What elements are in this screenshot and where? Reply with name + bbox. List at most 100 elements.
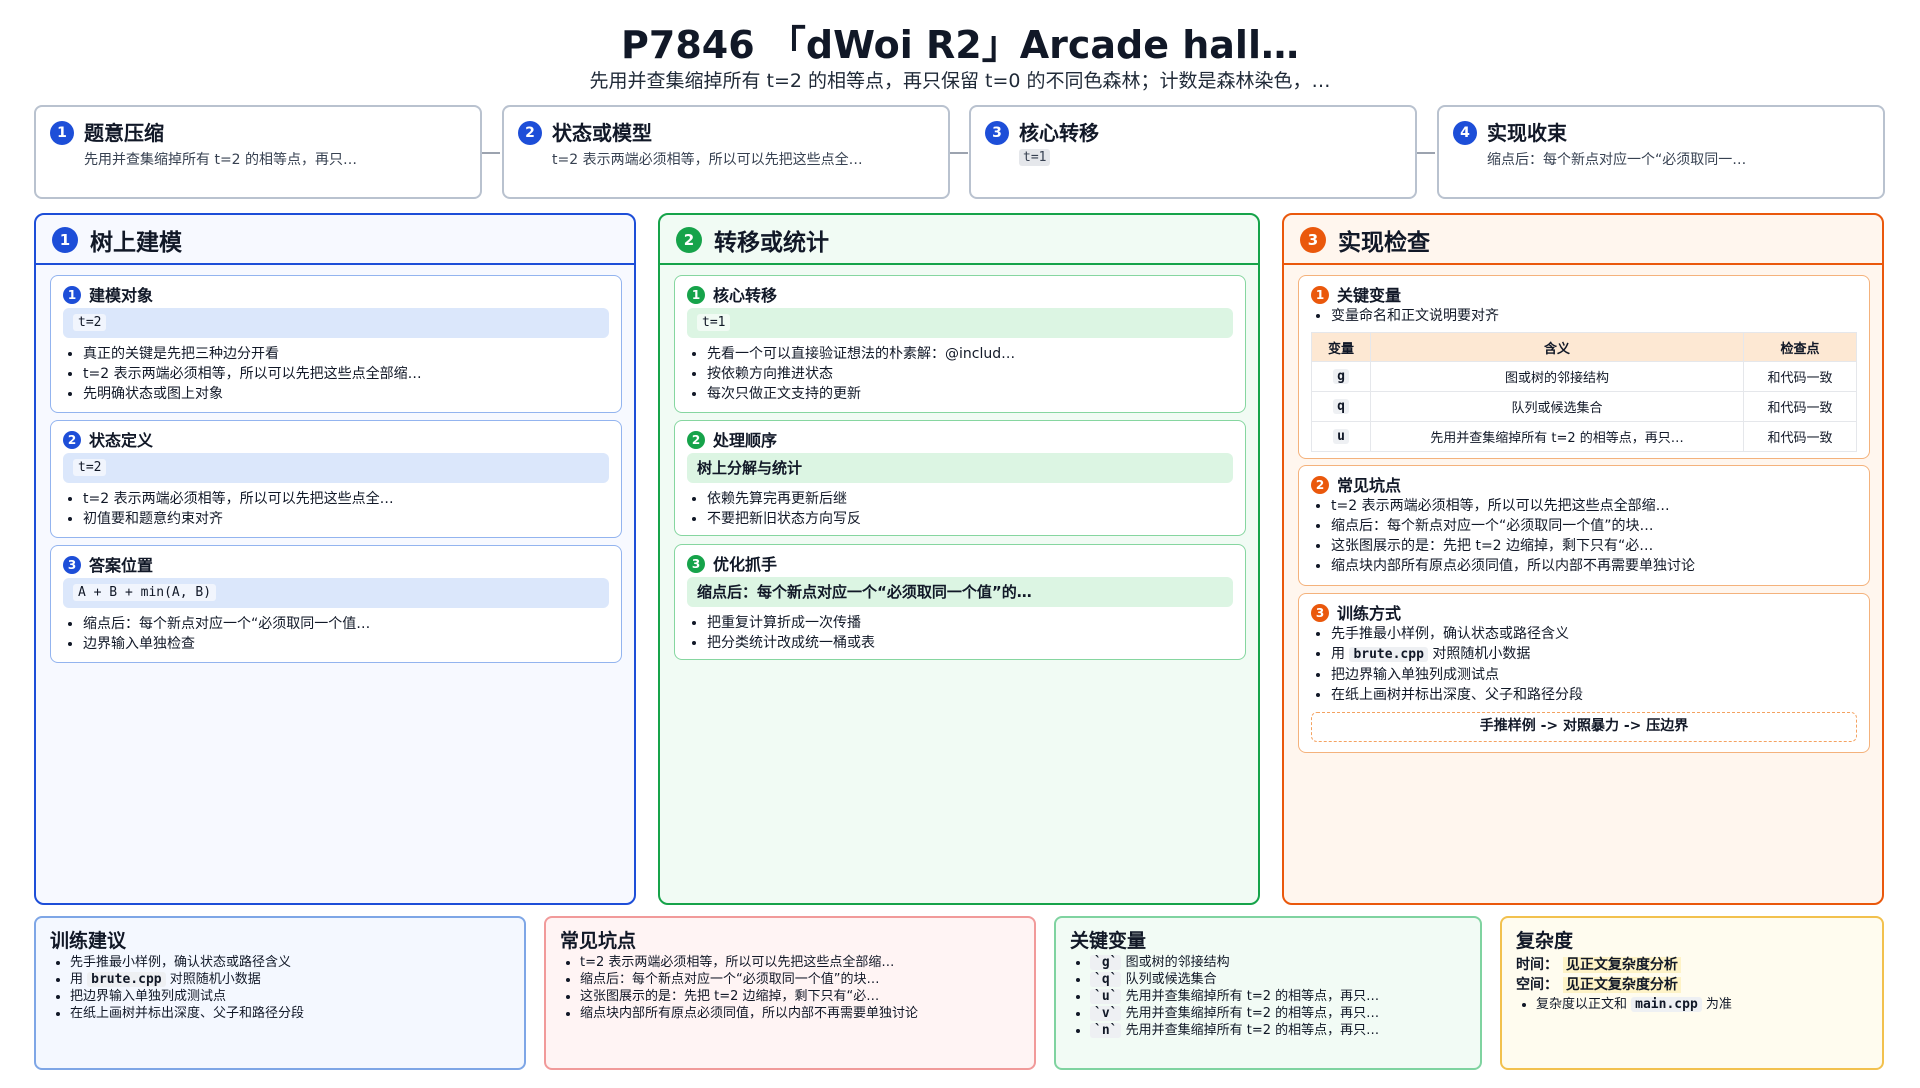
step-number: 2	[518, 121, 542, 145]
text: 图或树的邻接结构	[1125, 955, 1230, 970]
inline-code: `u`	[1090, 989, 1122, 1004]
variables-table: 变量 含义 检查点 g 图或树的邻接结构 和代码一致 q 队列或候选集合 和代码…	[1311, 332, 1857, 452]
table-row: g 图或树的邻接结构 和代码一致	[1311, 361, 1857, 392]
card-bullets: 变量命名和正文说明要对齐	[1311, 306, 1499, 326]
card-title: 复杂度	[1516, 930, 1574, 952]
list-item: 先手推最小样例，确认状态或路径含义	[1331, 624, 1583, 644]
list-item: 把重复计算折成一次传播	[707, 613, 875, 633]
card-bullets: 缩点后：每个新点对应一个“必须取同一个值… 边界输入单独检查	[63, 614, 370, 654]
list-item: 缩点块内部所有原点必须同值，所以内部不再需要单独讨论	[580, 1005, 918, 1022]
card-bullets: 先手推最小样例，确认状态或路径含义 用 brute.cpp 对照随机小数据 把边…	[1311, 624, 1583, 705]
card-title: 答案位置	[89, 556, 154, 575]
text: 用	[1331, 646, 1345, 662]
column-title: 实现检查	[1338, 230, 1430, 256]
list-item: t=2 表示两端必须相等，所以可以先把这些点全…	[83, 489, 394, 509]
code-text: t=1	[697, 314, 731, 331]
table-cell: 图或树的邻接结构	[1370, 361, 1744, 392]
column-transition: 2 转移或统计 1 核心转移 t=1 先看一个可以直接验证想法的朴素解：@inc…	[658, 213, 1260, 905]
step-title: 实现收束	[1487, 121, 1567, 145]
column-header: 检查点	[1743, 332, 1857, 362]
value: 见正文复杂度分析	[1562, 957, 1681, 973]
card-title: 常见坑点	[560, 930, 637, 952]
card-number: 3	[687, 555, 705, 573]
card-title: 处理顺序	[713, 431, 778, 450]
card-key-variables: 1 关键变量 变量命名和正文说明要对齐 变量 含义 检查点 g 图或树的邻接结构…	[1298, 275, 1870, 459]
step-2: 2 状态或模型 t=2 表示两端必须相等，所以可以先把这些点全…	[502, 105, 950, 199]
column-header: 含义	[1370, 332, 1744, 362]
card-number: 3	[1311, 604, 1329, 622]
table-cell: 队列或候选集合	[1370, 391, 1744, 422]
step-desc: 缩点后：每个新点对应一个“必须取同一…	[1487, 152, 1747, 168]
step-1: 1 题意压缩 先用并查集缩掉所有 t=2 的相等点，再只…	[34, 105, 482, 199]
code-text: t=2	[73, 314, 107, 331]
text: 为准	[1705, 997, 1732, 1012]
list-item: 用 brute.cpp 对照随机小数据	[70, 971, 304, 988]
card-bullets: `g` 图或树的邻接结构 `q` 队列或候选集合 `u` 先用并查集缩掉所有 t…	[1070, 954, 1379, 1039]
card-bullets: t=2 表示两端必须相等，所以可以先把这些点全… 初值要和题意约束对齐	[63, 489, 394, 529]
list-item: 依赖先算完再更新后继	[707, 489, 861, 509]
card-title: 状态定义	[89, 431, 154, 450]
card-bullets: 真正的关键是先把三种边分开看 t=2 表示两端必须相等，所以可以先把这些点全部缩…	[63, 344, 422, 404]
list-item: 这张图展示的是：先把 t=2 边缩掉，剩下只有“必…	[1331, 536, 1695, 556]
list-item: 在纸上画树并标出深度、父子和路径分段	[1331, 685, 1583, 705]
card-title: 关键变量	[1070, 930, 1147, 952]
card-number: 1	[687, 286, 705, 304]
card-optimization: 3 优化抓手 缩点后：每个新点对应一个“必须取同一个值”的… 把重复计算折成一次…	[674, 544, 1246, 660]
list-item: 不要把新旧状态方向写反	[707, 509, 861, 529]
card-bullets: 把重复计算折成一次传播 把分类统计改成统一桶或表	[687, 613, 875, 653]
card-bullets: 依赖先算完再更新后继 不要把新旧状态方向写反	[687, 489, 861, 529]
table-cell: g	[1311, 361, 1371, 392]
inline-code: `v`	[1090, 1006, 1122, 1021]
table-row: q 队列或候选集合 和代码一致	[1311, 391, 1857, 422]
training-flow: 手推样例 -> 对照暴力 -> 压边界	[1311, 712, 1857, 742]
table-cell: q	[1311, 391, 1371, 422]
card-code: t=1	[687, 308, 1233, 338]
card-training: 3 训练方式 先手推最小样例，确认状态或路径含义 用 brute.cpp 对照随…	[1298, 593, 1870, 753]
list-item: 先看一个可以直接验证想法的朴素解：@includ…	[707, 344, 1015, 364]
page-title: P7846 「dWoi R2」Arcade hall…	[621, 23, 1299, 67]
card-bullets: 先手推最小样例，确认状态或路径含义 用 brute.cpp 对照随机小数据 把边…	[50, 954, 304, 1022]
table-cell: 和代码一致	[1743, 421, 1857, 452]
connector	[1417, 152, 1435, 154]
column-header: 1 树上建模	[36, 215, 634, 265]
card-title: 训练建议	[50, 930, 127, 952]
column-header: 3 实现检查	[1284, 215, 1882, 265]
step-4: 4 实现收束 缩点后：每个新点对应一个“必须取同一…	[1437, 105, 1885, 199]
card-number: 1	[63, 286, 81, 304]
list-item: 用 brute.cpp 对照随机小数据	[1331, 644, 1583, 665]
list-item: 复杂度以正文和 main.cpp 为准	[1536, 996, 1732, 1013]
list-item: 缩点后：每个新点对应一个“必须取同一个值”的块…	[1331, 516, 1695, 536]
column-title: 转移或统计	[714, 230, 829, 256]
inline-code: `g`	[1090, 955, 1122, 970]
column-number: 2	[676, 227, 702, 253]
card-number: 3	[63, 556, 81, 574]
connector	[950, 152, 968, 154]
label: 空间：	[1516, 977, 1558, 993]
column-number: 1	[52, 227, 78, 253]
list-item: 真正的关键是先把三种边分开看	[83, 344, 422, 364]
list-item: 边界输入单独检查	[83, 634, 370, 654]
list-item: t=2 表示两端必须相等，所以可以先把这些点全部缩…	[83, 364, 422, 384]
label: 时间：	[1516, 957, 1558, 973]
step-title: 核心转移	[1019, 121, 1099, 145]
list-item: 初值要和题意约束对齐	[83, 509, 394, 529]
var-code: g	[1333, 369, 1349, 384]
card-answer: 3 答案位置 A + B + min(A, B) 缩点后：每个新点对应一个“必须…	[50, 545, 622, 663]
card-number: 2	[687, 431, 705, 449]
time-complexity: 时间： 见正文复杂度分析	[1516, 954, 1681, 974]
code-text: t=2	[73, 459, 107, 476]
table-row: u 先用并查集缩掉所有 t=2 的相等点，再只… 和代码一致	[1311, 421, 1857, 452]
list-item: 每次只做正文支持的更新	[707, 384, 1015, 404]
list-item: 缩点后：每个新点对应一个“必须取同一个值”的块…	[580, 971, 918, 988]
list-item: 把边界输入单独列成测试点	[70, 988, 304, 1005]
variables-card: 关键变量 `g` 图或树的邻接结构 `q` 队列或候选集合 `u` 先用并查集缩…	[1054, 916, 1482, 1070]
list-item: 变量命名和正文说明要对齐	[1331, 306, 1499, 326]
connector	[482, 152, 500, 154]
table-cell: u	[1311, 421, 1371, 452]
card-title: 优化抓手	[713, 555, 778, 574]
step-desc: t=2 表示两端必须相等，所以可以先把这些点全…	[552, 152, 863, 168]
card-bullets: 复杂度以正文和 main.cpp 为准	[1516, 996, 1732, 1013]
step-code: t=1	[1019, 149, 1051, 166]
list-item: `u` 先用并查集缩掉所有 t=2 的相等点，再只…	[1090, 988, 1379, 1005]
card-bullets: 先看一个可以直接验证想法的朴素解：@includ… 按依赖方向推进状态 每次只做…	[687, 344, 1015, 404]
